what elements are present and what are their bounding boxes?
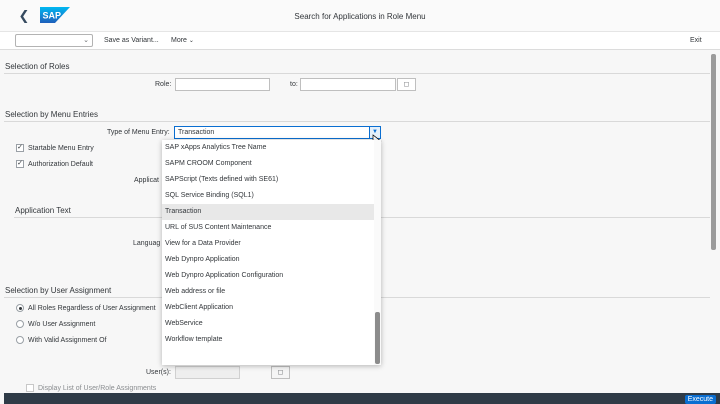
- dropdown-option[interactable]: View for a Data Provider: [162, 236, 374, 252]
- radio-with-valid-assignment[interactable]: [16, 336, 24, 344]
- multiple-selection-button[interactable]: ◻: [397, 78, 416, 91]
- toolbar: ⌄ Save as Variant... More ⌄ Exit: [0, 32, 720, 50]
- more-button[interactable]: More ⌄: [171, 37, 194, 44]
- role-to-input[interactable]: [300, 78, 396, 91]
- display-list-label: Display List of User/Role Assignments: [38, 385, 157, 392]
- startable-menu-entry-checkbox[interactable]: ✓: [16, 144, 24, 152]
- role-label: Role:: [155, 81, 172, 88]
- authorization-default-label: Authorization Default: [28, 161, 93, 168]
- menu-entry-type-dropdown: SAP xApps Analytics Tree Name SAPM CROOM…: [162, 140, 381, 365]
- startable-menu-entry-label: Startable Menu Entry: [28, 145, 94, 152]
- dropdown-option[interactable]: WebClient Application: [162, 300, 374, 316]
- dropdown-option[interactable]: Web address or file: [162, 284, 374, 300]
- role-to-label: to:: [290, 81, 298, 88]
- section-user-assignment-heading: Selection by User Assignment: [5, 286, 112, 295]
- save-as-variant-button[interactable]: Save as Variant...: [104, 37, 159, 44]
- dropdown-option[interactable]: Workflow template: [162, 332, 374, 348]
- users-input[interactable]: [175, 366, 240, 379]
- dropdown-scrollbar[interactable]: [374, 140, 381, 365]
- radio-all-roles-label: All Roles Regardless of User Assignment: [28, 305, 156, 312]
- section-menu-heading: Selection by Menu Entries: [5, 110, 98, 119]
- users-multiple-selection-button[interactable]: ◻: [271, 366, 290, 379]
- page-scrollbar[interactable]: [711, 54, 716, 250]
- more-label: More: [171, 37, 187, 44]
- display-list-checkbox[interactable]: [26, 384, 34, 392]
- role-from-input[interactable]: [175, 78, 270, 91]
- footer-bar: Execute: [4, 393, 720, 404]
- dropdown-option[interactable]: Web Dynpro Application: [162, 252, 374, 268]
- radio-all-roles[interactable]: [16, 304, 24, 312]
- value-help-icon: ◻: [403, 81, 410, 88]
- section-roles-heading: Selection of Roles: [5, 62, 70, 71]
- shell-bar: ❮ SAP Search for Applications in Role Me…: [0, 0, 720, 32]
- execute-button[interactable]: Execute: [684, 395, 716, 404]
- type-of-menu-entry-value: Transaction: [178, 129, 215, 136]
- page-title: Search for Applications in Role Menu: [294, 12, 426, 21]
- dropdown-option[interactable]: Web Dynpro Application Configuration: [162, 268, 374, 284]
- dropdown-scrollbar-thumb[interactable]: [375, 312, 380, 364]
- dropdown-option[interactable]: URL of SUS Content Maintenance: [162, 220, 374, 236]
- chevron-down-icon: ⌄: [83, 37, 89, 44]
- users-label: User(s):: [146, 369, 171, 376]
- dropdown-option[interactable]: SAP xApps Analytics Tree Name: [162, 140, 374, 156]
- exit-button[interactable]: Exit: [690, 37, 702, 44]
- dropdown-option-selected[interactable]: Transaction: [162, 204, 374, 220]
- language-label: Languag: [133, 240, 161, 247]
- radio-with-valid-assignment-label: With Valid Assignment Of: [28, 337, 107, 344]
- radio-without-user-assignment-label: W/o User Assignment: [28, 321, 96, 328]
- dropdown-option[interactable]: SQL Service Binding (SQL1): [162, 188, 374, 204]
- chevron-down-icon: ⌄: [188, 38, 194, 44]
- dropdown-option[interactable]: SAPM CROOM Component: [162, 156, 374, 172]
- section-application-text-heading: Application Text: [15, 206, 71, 215]
- value-help-icon: ◻: [277, 369, 284, 376]
- section-divider: [4, 73, 710, 74]
- section-divider: [4, 121, 710, 122]
- type-of-menu-entry-label: Type of Menu Entry:: [107, 129, 170, 136]
- type-of-menu-entry-combo[interactable]: Transaction ▼: [174, 126, 381, 139]
- application-label: Applicat: [134, 177, 159, 184]
- radio-without-user-assignment[interactable]: [16, 320, 24, 328]
- dropdown-option[interactable]: SAPScript (Texts defined with SE61): [162, 172, 374, 188]
- dropdown-option[interactable]: WebService: [162, 316, 374, 332]
- authorization-default-checkbox[interactable]: ✓: [16, 160, 24, 168]
- variant-select[interactable]: ⌄: [15, 34, 93, 47]
